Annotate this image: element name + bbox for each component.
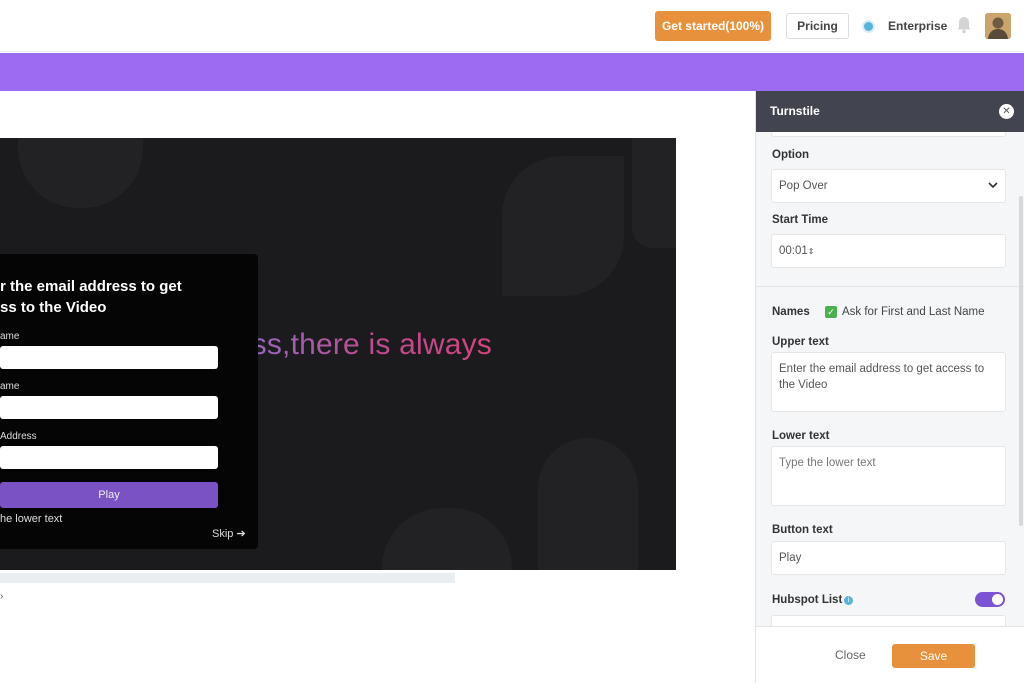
hubspot-list-label: Hubspot List [772, 594, 843, 606]
upper-text-value: Enter the email address to get access to… [779, 363, 985, 391]
horizontal-scrollbar[interactable] [0, 573, 455, 583]
start-time-value: 00:01 [779, 245, 808, 257]
bg-decor [632, 138, 676, 248]
popup-email-input[interactable] [0, 446, 218, 469]
popup-last-name-input[interactable] [0, 396, 218, 419]
names-checkbox-label[interactable]: Ask for First and Last Name [842, 306, 985, 318]
user-avatar[interactable] [985, 13, 1011, 39]
save-button[interactable]: Save [892, 644, 975, 668]
editor-canvas: For every business,there is always r the… [0, 91, 755, 683]
skip-label: Skip [212, 528, 234, 540]
panel-footer: Close Save [756, 626, 1024, 683]
turnstile-popup: r the email address to get ss to the Vid… [0, 254, 258, 549]
bg-decor [502, 156, 624, 296]
option-select[interactable]: Pop Over [771, 169, 1006, 203]
checkbox-checked-icon[interactable]: ✓ [825, 306, 837, 318]
bg-decor [18, 138, 143, 208]
toggle-knob [992, 594, 1003, 605]
panel-header: Turnstile [756, 91, 1024, 132]
enterprise-status-icon [864, 22, 873, 31]
popup-title: r the email address to get ss to the Vid… [0, 278, 182, 316]
popup-last-name-label: ame [0, 381, 20, 392]
upper-text-textarea[interactable]: Enter the email address to get access to… [771, 352, 1006, 412]
purple-banner [0, 53, 1024, 91]
button-text-label: Button text [772, 524, 833, 536]
close-icon[interactable]: ✕ [999, 104, 1014, 119]
top-bar: Get started(100%) Pricing Enterprise [0, 0, 1024, 52]
turnstile-settings-panel: Turnstile ✕ Option Pop Over Start Time 0… [755, 91, 1024, 683]
button-text-input[interactable]: Play [771, 541, 1006, 575]
option-select-value: Pop Over [779, 180, 828, 192]
popup-first-name-label: ame [0, 331, 20, 342]
panel-scrollbar[interactable] [1019, 196, 1023, 526]
popup-play-button[interactable]: Play [0, 482, 218, 508]
previous-field-edge [771, 132, 1006, 137]
option-label: Option [772, 149, 810, 161]
popup-skip-button[interactable]: Skip ➔ [212, 527, 246, 540]
hubspot-toggle[interactable] [975, 592, 1005, 607]
popup-email-label: Address [0, 431, 37, 442]
popup-first-name-input[interactable] [0, 346, 218, 369]
lower-text-textarea[interactable]: Type the lower text [771, 446, 1006, 506]
info-icon[interactable]: i [844, 596, 853, 605]
close-button[interactable]: Close [835, 648, 866, 662]
names-label: Names [772, 306, 810, 318]
popup-lower-text: he lower text [0, 513, 63, 525]
panel-title: Turnstile [770, 104, 820, 118]
start-time-label: Start Time [772, 214, 829, 226]
chevron-down-icon [988, 182, 998, 189]
button-text-value: Play [779, 552, 802, 564]
arrow-right-icon: ➔ [236, 528, 246, 540]
bg-decor [382, 508, 512, 570]
canvas-marker: › [0, 591, 4, 602]
upper-text-label: Upper text [772, 336, 829, 348]
get-started-button[interactable]: Get started(100%) [655, 11, 771, 41]
bg-decor [538, 438, 638, 570]
start-time-input[interactable]: 00:01⇕ [771, 234, 1006, 268]
lower-text-label: Lower text [772, 430, 830, 442]
pricing-button[interactable]: Pricing [786, 13, 849, 39]
bell-icon[interactable] [956, 16, 972, 34]
hubspot-list-select-edge[interactable] [771, 615, 1006, 626]
enterprise-link[interactable]: Enterprise [888, 19, 947, 33]
video-preview[interactable]: For every business,there is always r the… [0, 138, 676, 570]
stepper-icon[interactable]: ⇕ [808, 247, 815, 256]
lower-text-placeholder: Type the lower text [779, 457, 876, 469]
section-divider [756, 286, 1024, 287]
